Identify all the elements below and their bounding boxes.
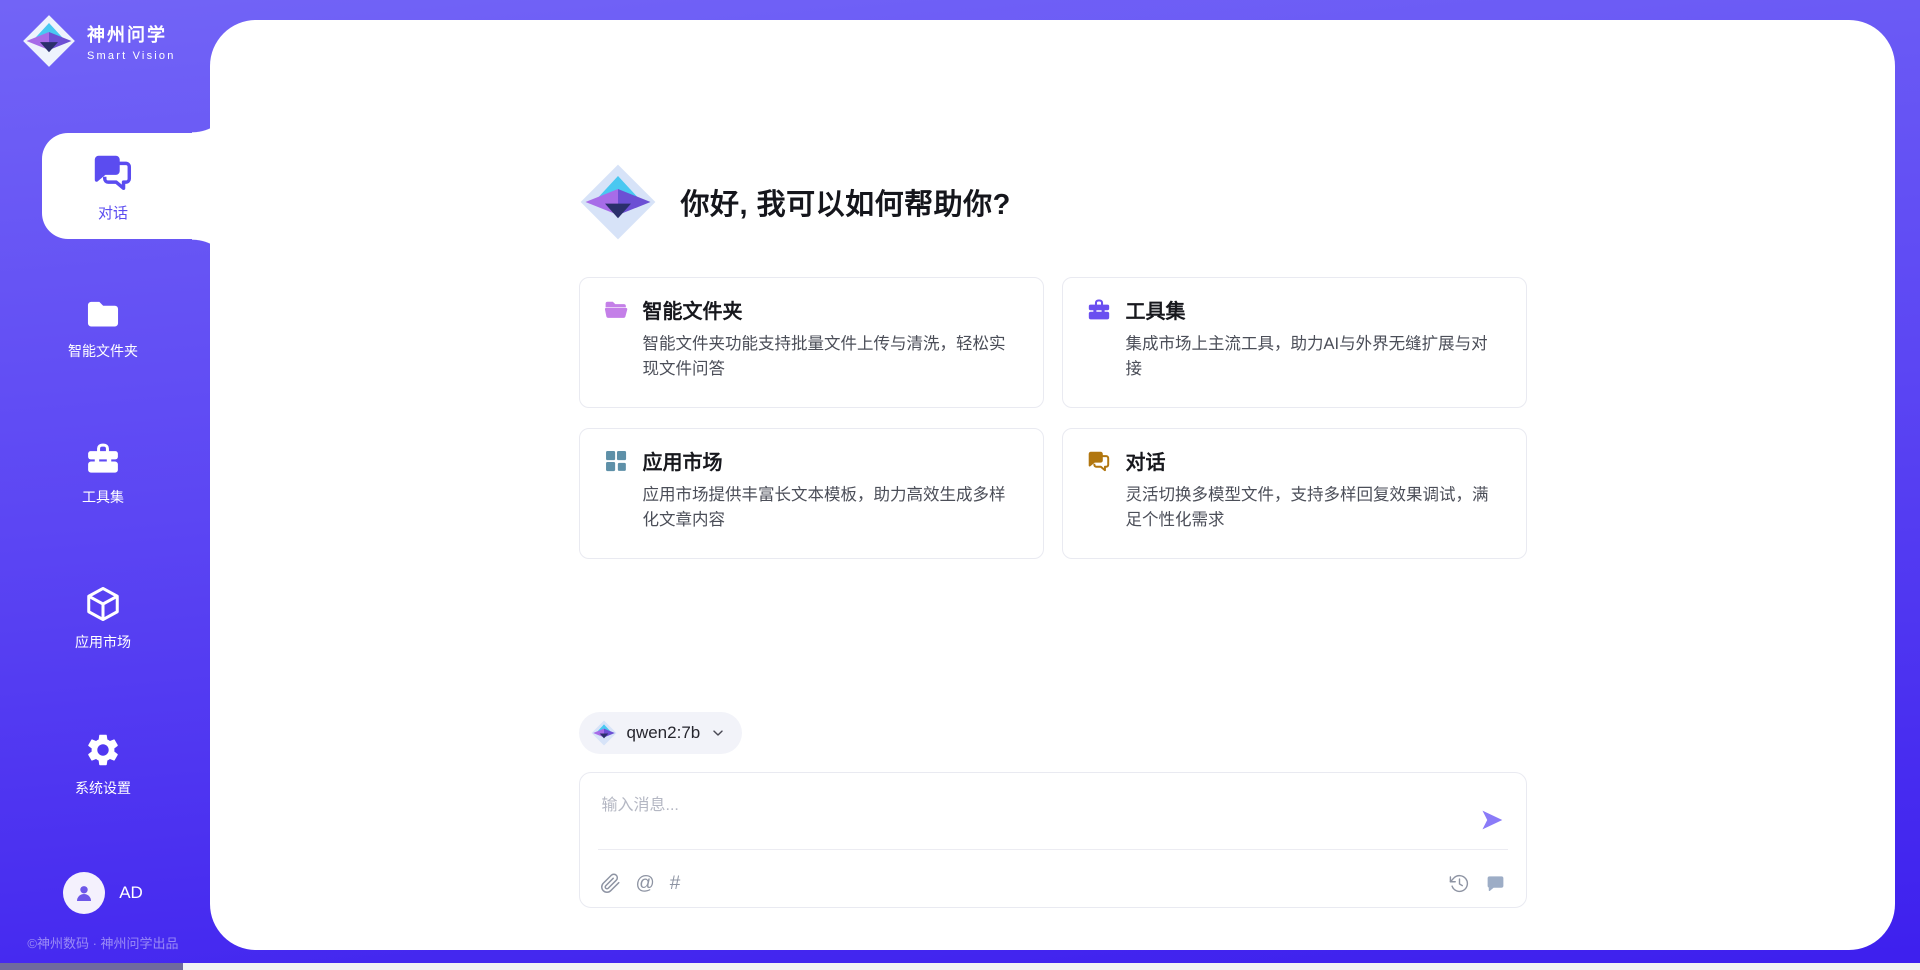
scrollbar-thumb[interactable] bbox=[0, 963, 183, 970]
greeting-title: 你好, 我可以如何帮助你? bbox=[681, 181, 1011, 223]
card-chat[interactable]: 对话 灵活切换多模型文件，支持多样回复效果调试，满足个性化需求 bbox=[1062, 428, 1527, 559]
sidebar-item-label: 应用市场 bbox=[75, 632, 131, 652]
card-title: 工具集 bbox=[1126, 295, 1186, 324]
user-profile[interactable]: AD bbox=[0, 872, 206, 914]
card-toolset[interactable]: 工具集 集成市场上主流工具，助力AI与外界无缝扩展与对接 bbox=[1062, 277, 1527, 408]
sidebar-item-app-market[interactable]: 应用市场 bbox=[0, 585, 206, 652]
brand: 神州问学 Smart Vision bbox=[22, 14, 176, 68]
composer: @ # bbox=[579, 772, 1527, 908]
sidebar-footer: ©神州数码 · 神州问学出品 bbox=[0, 933, 206, 952]
comment-icon[interactable] bbox=[1485, 873, 1506, 894]
card-smart-folder[interactable]: 智能文件夹 智能文件夹功能支持批量文件上传与清洗，轻松实现文件问答 bbox=[579, 277, 1044, 408]
brand-logo-icon bbox=[22, 14, 76, 68]
diamond-logo-icon bbox=[591, 720, 617, 746]
composer-toolbar: @ # bbox=[600, 871, 1506, 895]
card-description: 灵活切换多模型文件，支持多样回复效果调试，满足个性化需求 bbox=[1126, 483, 1503, 533]
card-description: 应用市场提供丰富长文本模板，助力高效生成多样化文章内容 bbox=[643, 483, 1020, 533]
card-app-market[interactable]: 应用市场 应用市场提供丰富长文本模板，助力高效生成多样化文章内容 bbox=[579, 428, 1044, 559]
user-name: AD bbox=[119, 883, 143, 903]
diamond-logo-icon bbox=[579, 163, 657, 241]
sidebar: 神州问学 Smart Vision 对话 智能文件夹 工具集 bbox=[0, 0, 210, 970]
paperclip-icon[interactable] bbox=[600, 873, 621, 894]
cube-icon bbox=[84, 585, 122, 623]
sidebar-item-label: 智能文件夹 bbox=[68, 341, 138, 361]
main-panel: 你好, 我可以如何帮助你? 智能文件夹 智能文件夹功能支持批量文件上传与清洗，轻… bbox=[210, 20, 1895, 950]
history-icon[interactable] bbox=[1449, 873, 1470, 894]
folder-open-icon bbox=[603, 297, 629, 323]
card-title: 智能文件夹 bbox=[643, 295, 743, 324]
sidebar-item-settings[interactable]: 系统设置 bbox=[0, 731, 206, 798]
chat-bubbles-icon bbox=[1086, 448, 1112, 474]
composer-divider bbox=[598, 849, 1508, 850]
card-description: 智能文件夹功能支持批量文件上传与清洗，轻松实现文件问答 bbox=[643, 332, 1020, 382]
app-grid-icon bbox=[603, 448, 629, 474]
greeting: 你好, 我可以如何帮助你? bbox=[579, 163, 1527, 241]
card-title: 应用市场 bbox=[643, 446, 723, 475]
toolbox-icon bbox=[1086, 297, 1112, 323]
send-button[interactable] bbox=[1478, 807, 1506, 835]
toolbox-icon bbox=[84, 440, 122, 478]
sidebar-item-smart-folder[interactable]: 智能文件夹 bbox=[0, 294, 206, 361]
model-selector[interactable]: qwen2:7b bbox=[579, 712, 743, 754]
send-icon bbox=[1479, 807, 1505, 833]
folder-icon bbox=[84, 294, 122, 332]
feature-cards: 智能文件夹 智能文件夹功能支持批量文件上传与清洗，轻松实现文件问答 工具集 集成… bbox=[579, 277, 1527, 559]
sidebar-item-toolset[interactable]: 工具集 bbox=[0, 440, 206, 507]
main-content: 你好, 我可以如何帮助你? 智能文件夹 智能文件夹功能支持批量文件上传与清洗，轻… bbox=[579, 163, 1527, 908]
sidebar-item-chat[interactable]: 对话 bbox=[42, 133, 210, 239]
sidebar-item-label: 工具集 bbox=[82, 487, 124, 507]
horizontal-scrollbar[interactable] bbox=[0, 963, 1920, 970]
model-name: qwen2:7b bbox=[627, 723, 701, 743]
avatar bbox=[63, 872, 105, 914]
sidebar-item-label: 系统设置 bbox=[75, 778, 131, 798]
chevron-down-icon bbox=[710, 725, 726, 741]
card-description: 集成市场上主流工具，助力AI与外界无缝扩展与对接 bbox=[1126, 332, 1503, 382]
card-title: 对话 bbox=[1126, 446, 1166, 475]
brand-subtitle: Smart Vision bbox=[87, 50, 176, 62]
message-input[interactable] bbox=[600, 789, 1464, 845]
chat-bubbles-icon bbox=[90, 149, 136, 195]
at-icon[interactable]: @ bbox=[636, 874, 655, 893]
hash-icon[interactable]: # bbox=[670, 874, 681, 893]
sidebar-item-label: 对话 bbox=[98, 202, 128, 223]
gear-icon bbox=[84, 731, 122, 769]
brand-name: 神州问学 bbox=[87, 21, 176, 47]
user-avatar-icon bbox=[72, 881, 96, 905]
